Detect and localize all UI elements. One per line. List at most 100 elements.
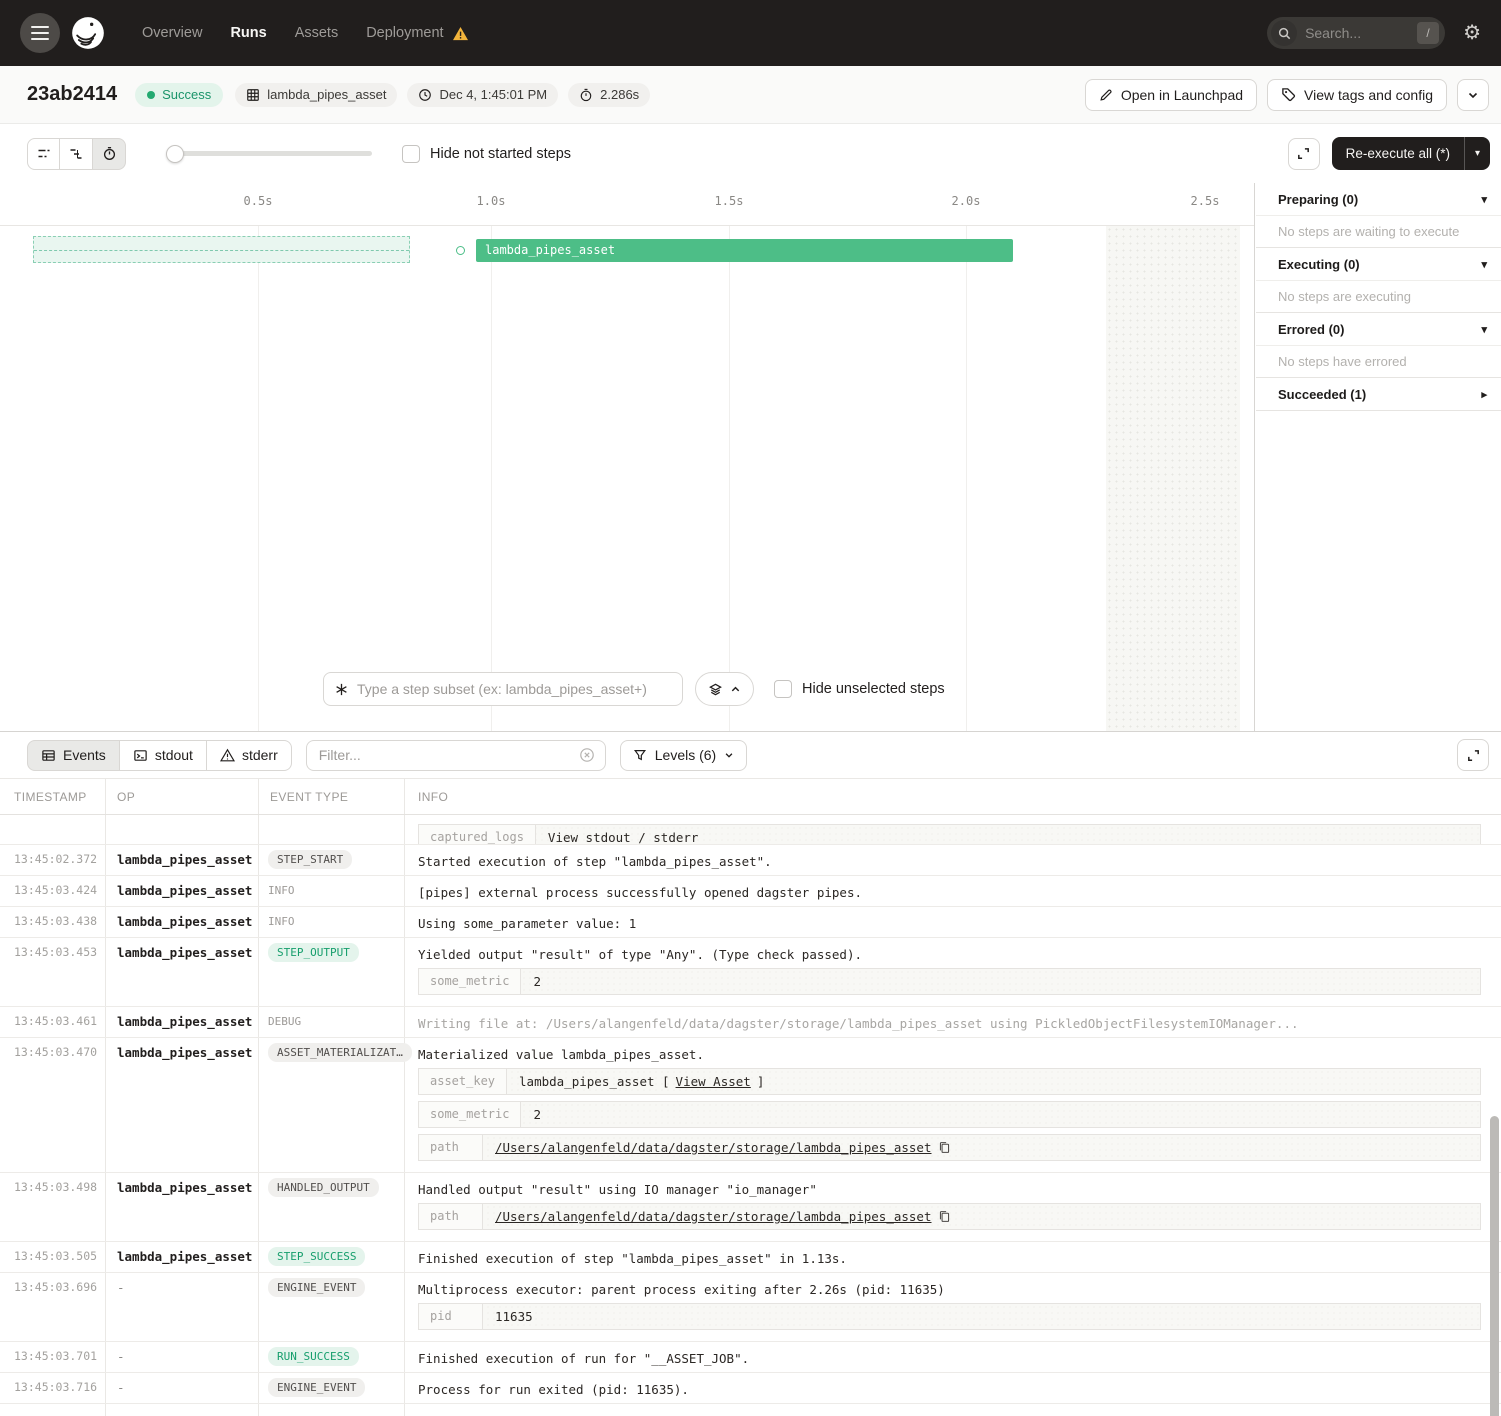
metadata-key: path: [419, 1135, 483, 1160]
chevron-up-icon: [730, 684, 741, 695]
table-row[interactable]: captured_logsView stdout / stderr: [0, 815, 1501, 845]
run-tags: lambda_pipes_asset Dec 4, 1:45:01 PM 2.286…: [235, 83, 660, 107]
event-op: lambda_pipes_asset: [105, 876, 258, 906]
run-tag[interactable]: lambda_pipes_asset: [235, 83, 397, 107]
event-metadata-entry: path/Users/alangenfeld/data/dagster/stor…: [418, 1203, 1481, 1230]
axis-gridline: [966, 226, 967, 731]
duration-view-button[interactable]: [93, 138, 126, 170]
metadata-link[interactable]: /Users/alangenfeld/data/dagster/storage/…: [495, 1209, 932, 1224]
axis-gridline: [258, 226, 259, 731]
table-row[interactable]: 13:45:03.701-RUN_SUCCESSFinished executi…: [0, 1342, 1501, 1373]
gantt-planned-range: [33, 236, 410, 263]
view-tags-and-config-button[interactable]: View tags and config: [1267, 79, 1447, 111]
zoom-slider[interactable]: [166, 151, 372, 156]
event-info: [pipes] external process successfully op…: [404, 876, 1501, 906]
run-tag[interactable]: 2.286s: [568, 83, 650, 107]
events-tabs: Eventsstdoutstderr: [27, 740, 292, 771]
checkbox-icon[interactable]: [774, 680, 792, 698]
events-fullscreen-button[interactable]: [1457, 739, 1489, 771]
dagster-logo-icon[interactable]: [66, 11, 110, 55]
metadata-value-text: View stdout / stderr: [548, 830, 699, 845]
sidebar-section-header[interactable]: Executing (0)▾: [1256, 248, 1501, 280]
copy-icon[interactable]: [938, 1141, 951, 1154]
reexecute-all-button[interactable]: Re-execute all (*) ▾: [1332, 137, 1490, 170]
metadata-key: some_metric: [419, 969, 521, 994]
zoom-slider-handle[interactable]: [166, 145, 184, 163]
run-actions-chevron-button[interactable]: [1457, 79, 1489, 111]
open-in-launchpad-button[interactable]: Open in Launchpad: [1085, 79, 1257, 111]
metadata-value: lambda_pipes_asset [View Asset]: [507, 1069, 776, 1094]
levels-dropdown[interactable]: Levels (6): [620, 740, 747, 771]
gantt-fullscreen-button[interactable]: [1288, 138, 1320, 170]
gantt-chart: 0.5s1.0s1.5s2.0s2.5s lambda_pipes_asset …: [0, 183, 1255, 731]
metadata-key: path: [419, 1204, 483, 1229]
event-type-cell: HANDLED_OUTPUT: [258, 1173, 404, 1241]
flat-view-icon: [36, 146, 52, 162]
settings-gear-icon[interactable]: ⚙: [1463, 23, 1481, 43]
hamburger-menu-button[interactable]: [20, 13, 60, 53]
chevron-right-icon: ▸: [1481, 388, 1487, 401]
reexecute-dropdown-caret[interactable]: ▾: [1464, 137, 1490, 170]
metadata-link[interactable]: View Asset: [676, 1074, 751, 1089]
event-op: -: [105, 1342, 258, 1372]
event-type-cell: RUN_SUCCESS: [258, 1342, 404, 1372]
axis-tick-label: 0.5s: [244, 194, 273, 208]
column-header-info: INFO: [404, 790, 1501, 804]
event-info-text: Finished execution of step "lambda_pipes…: [418, 1249, 1477, 1267]
nav-item-label: Deployment: [366, 25, 443, 41]
step-subset-input[interactable]: Type a step subset (ex: lambda_pipes_ass…: [323, 672, 683, 706]
metadata-value: /Users/alangenfeld/data/dagster/storage/…: [483, 1135, 963, 1160]
log-filter-input[interactable]: Filter...: [306, 740, 606, 771]
table-row[interactable]: 13:45:03.696-ENGINE_EVENTMultiprocess ex…: [0, 1273, 1501, 1342]
event-info-text: Yielded output "result" of type "Any". (…: [418, 945, 1477, 963]
event-op: lambda_pipes_asset: [105, 1038, 258, 1172]
table-row[interactable]: 13:45:03.498lambda_pipes_assetHANDLED_OU…: [0, 1173, 1501, 1242]
copy-icon[interactable]: [938, 1210, 951, 1223]
search-shortcut-badge: /: [1417, 22, 1439, 44]
metadata-link[interactable]: /Users/alangenfeld/data/dagster/storage/…: [495, 1140, 932, 1155]
nav-item-label: Overview: [142, 25, 202, 41]
event-type-badge: STEP_OUTPUT: [268, 943, 359, 962]
graph-query-toggle-button[interactable]: [695, 672, 754, 706]
gantt-step-bar[interactable]: lambda_pipes_asset: [476, 239, 1013, 262]
sidebar-section-header[interactable]: Errored (0)▾: [1256, 313, 1501, 345]
gantt-after-run-region: [1106, 226, 1240, 731]
nav-item-deployment[interactable]: Deployment: [366, 25, 468, 41]
event-metadata-entry: captured_logsView stdout / stderr: [418, 824, 1481, 845]
gantt-section: 0.5s1.0s1.5s2.0s2.5s lambda_pipes_asset …: [0, 183, 1501, 731]
nav-item-overview[interactable]: Overview: [142, 25, 202, 41]
hide-unselected-checkbox[interactable]: Hide unselected steps: [774, 680, 945, 698]
nav-item-assets[interactable]: Assets: [295, 25, 339, 41]
search-placeholder: Search...: [1305, 25, 1417, 41]
sidebar-section-header[interactable]: Preparing (0)▾: [1256, 183, 1501, 215]
table-row[interactable]: 13:45:03.438lambda_pipes_assetINFOUsing …: [0, 907, 1501, 938]
flat-view-button[interactable]: [27, 138, 60, 170]
metadata-value: View stdout / stderr: [536, 825, 711, 845]
waterfall-view-button[interactable]: [60, 138, 93, 170]
run-tag[interactable]: Dec 4, 1:45:01 PM: [407, 83, 558, 107]
table-row[interactable]: 13:45:03.505lambda_pipes_assetSTEP_SUCCE…: [0, 1242, 1501, 1273]
sidebar-section: Preparing (0)▾No steps are waiting to ex…: [1256, 183, 1501, 248]
table-row[interactable]: 13:45:03.453lambda_pipes_assetSTEP_OUTPU…: [0, 938, 1501, 1007]
event-type-badge: ASSET_MATERIALIZAT…: [268, 1043, 412, 1062]
events-scrollbar-thumb[interactable]: [1490, 1116, 1499, 1416]
event-type-cell: STEP_OUTPUT: [258, 938, 404, 1006]
clear-filter-icon[interactable]: [579, 747, 595, 763]
filter-funnel-icon: [633, 748, 647, 762]
tab-stderr[interactable]: stderr: [207, 740, 292, 771]
search-input[interactable]: Search... /: [1267, 17, 1445, 49]
table-row[interactable]: 13:45:03.424lambda_pipes_assetINFO[pipes…: [0, 876, 1501, 907]
hide-not-started-checkbox[interactable]: Hide not started steps: [402, 145, 571, 163]
checkbox-icon[interactable]: [402, 145, 420, 163]
table-row[interactable]: 13:45:03.470lambda_pipes_assetASSET_MATE…: [0, 1038, 1501, 1173]
event-metadata-entry: asset_keylambda_pipes_asset [View Asset]: [418, 1068, 1481, 1095]
table-row[interactable]: 13:45:02.372lambda_pipes_assetSTEP_START…: [0, 845, 1501, 876]
tab-Events[interactable]: Events: [27, 740, 120, 771]
tab-stdout[interactable]: stdout: [120, 740, 207, 771]
event-timestamp: 13:45:03.696: [0, 1273, 105, 1341]
sidebar-section-header[interactable]: Succeeded (1)▸: [1256, 378, 1501, 410]
nav-item-runs[interactable]: Runs: [230, 25, 266, 41]
event-type-cell: INFO: [258, 876, 404, 906]
table-row[interactable]: 13:45:03.461lambda_pipes_assetDEBUGWriti…: [0, 1007, 1501, 1038]
table-row[interactable]: 13:45:03.716-ENGINE_EVENTProcess for run…: [0, 1373, 1501, 1404]
